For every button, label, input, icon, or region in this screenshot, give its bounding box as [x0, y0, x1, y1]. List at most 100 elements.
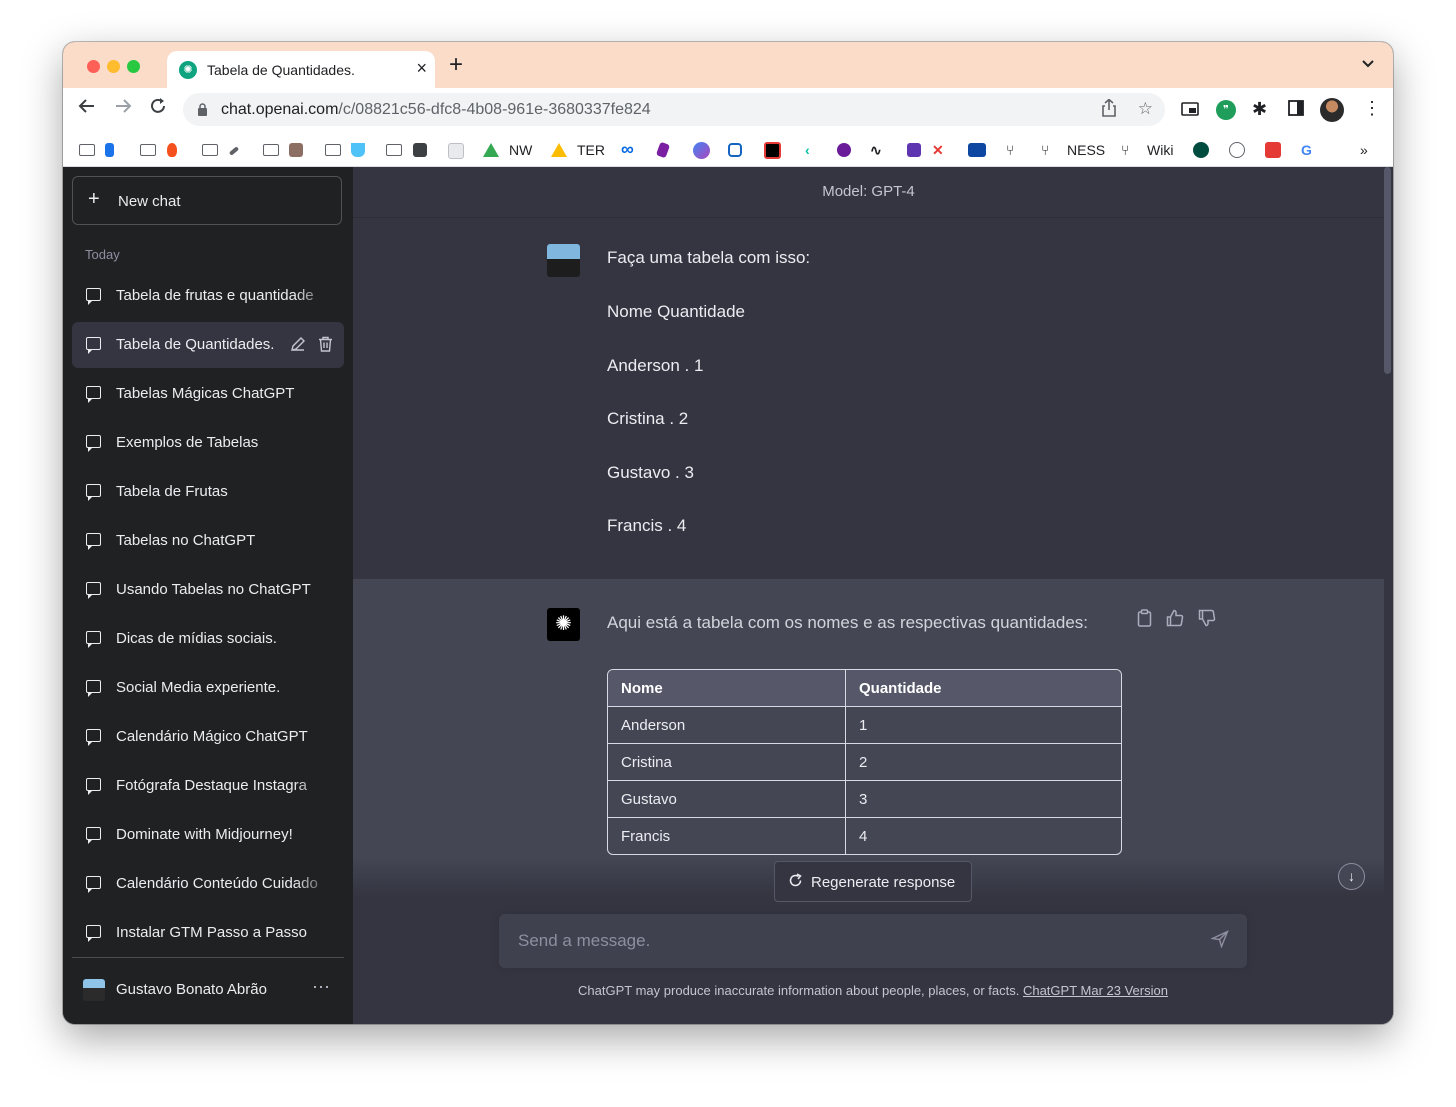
sidebar-conversation[interactable]: Tabela de Frutas — [72, 469, 344, 515]
table-cell: 4 — [846, 817, 1121, 854]
google-drive-icon[interactable] — [483, 143, 499, 157]
openai-favicon-icon: ✺ — [179, 61, 197, 79]
bookmark-folder-icon[interactable] — [202, 144, 218, 156]
sidebar-conversation-active[interactable]: Tabela de Quantidades. — [72, 322, 344, 368]
sidebar-conversation[interactable]: Instalar GTM Passo a Passo — [72, 910, 344, 956]
sidebar-conversation[interactable]: Social Media experiente. — [72, 665, 344, 711]
star-icon[interactable]: ☆ — [1138, 99, 1153, 119]
bookmark-branch-icon[interactable]: ⑂ — [1006, 142, 1014, 158]
bookmark-folder-icon[interactable] — [140, 144, 156, 156]
table-cell: Cristina — [608, 743, 846, 780]
bookmark-folder-icon[interactable] — [386, 144, 402, 156]
quote-extension-icon[interactable]: ❞ — [1216, 100, 1236, 120]
bookmark-bracket-icon[interactable]: ‹ — [805, 142, 810, 158]
bookmark-folder-icon[interactable] — [325, 144, 341, 156]
message-input-box[interactable] — [499, 914, 1247, 968]
edit-icon[interactable] — [290, 336, 306, 356]
sidebar-conversation[interactable]: Calendário Conteúdo Cuidado — [72, 861, 344, 907]
thumbs-up-icon[interactable] — [1166, 609, 1184, 632]
chat-main: Model: GPT-4 Faça uma tabela com isso: N… — [353, 167, 1393, 1024]
bookmark-house-icon[interactable] — [289, 143, 303, 157]
maximize-window-button[interactable] — [127, 60, 140, 73]
bookmarks-overflow[interactable]: » — [1360, 142, 1368, 158]
sidebar-conversation[interactable]: Fotógrafa Destaque Instagra — [72, 763, 344, 809]
scrollbar[interactable] — [1384, 167, 1391, 374]
send-icon[interactable] — [1210, 930, 1229, 953]
trash-icon[interactable] — [318, 336, 333, 356]
share-icon[interactable] — [1101, 98, 1117, 122]
more-options-icon[interactable]: ··· — [312, 976, 330, 997]
meta-icon[interactable]: ∞ — [621, 139, 634, 160]
sidebar-conversation[interactable]: Tabela de frutas e quantidade — [72, 273, 344, 319]
sidebar-conversation[interactable]: Tabelas no ChatGPT — [72, 518, 344, 564]
bookmark-circle-icon[interactable] — [693, 142, 710, 159]
bookmark-list-icon[interactable] — [907, 143, 921, 157]
conversation-title: Tabelas no ChatGPT — [116, 532, 256, 549]
table-cell: Gustavo — [608, 780, 846, 817]
close-window-button[interactable] — [87, 60, 100, 73]
bookmark-globe-icon[interactable] — [1193, 142, 1209, 158]
bookmark-bowl-icon[interactable] — [351, 143, 365, 157]
reload-icon[interactable] — [149, 97, 167, 120]
message-line: Gustavo . 3 — [607, 463, 694, 482]
bookmark-blue-icon[interactable] — [105, 143, 114, 157]
bookmark-folder-icon[interactable] — [79, 144, 95, 156]
bookmark-notion-icon[interactable] — [764, 142, 781, 159]
bookmark-chat-icon[interactable] — [728, 143, 742, 157]
bookmark-folder-icon[interactable] — [263, 144, 279, 156]
url-text[interactable]: chat.openai.com/c/08821c56-dfc8-4b08-961… — [221, 101, 651, 119]
forward-icon[interactable] — [114, 97, 132, 120]
bookmark-branch-icon[interactable]: ⑂ — [1041, 142, 1049, 158]
sidebar-conversation[interactable]: Usando Tabelas no ChatGPT — [72, 567, 344, 613]
picture-in-picture-icon[interactable] — [1181, 101, 1199, 121]
version-link[interactable]: ChatGPT Mar 23 Version — [1023, 983, 1168, 998]
conversation-title: Exemplos de Tabelas — [116, 434, 259, 451]
bookmark-branch-icon[interactable]: ⑂ — [1121, 142, 1129, 158]
sidebar-conversation[interactable]: Calendário Mágico ChatGPT — [72, 714, 344, 760]
tab-search-chevron-icon[interactable] — [1361, 56, 1375, 72]
minimize-window-button[interactable] — [107, 60, 120, 73]
bookmark-nw[interactable]: NW — [509, 142, 532, 158]
back-icon[interactable] — [78, 97, 96, 120]
table-cell: Francis — [608, 817, 846, 854]
table-cell: Anderson — [608, 707, 846, 743]
menu-dots-icon[interactable]: ⋮ — [1363, 98, 1381, 119]
bookmark-doc-icon[interactable] — [448, 143, 464, 159]
profile-avatar[interactable] — [1320, 98, 1344, 122]
thumbs-down-icon[interactable] — [1198, 609, 1216, 632]
message-input[interactable] — [516, 929, 1200, 953]
bookmark-fire-icon[interactable] — [167, 143, 177, 157]
side-panel-icon[interactable] — [1288, 100, 1304, 121]
sidebar-conversation[interactable]: Dominate with Midjourney! — [72, 812, 344, 858]
bookmark-camera-icon[interactable] — [413, 143, 427, 157]
bookmark-ghost-icon[interactable] — [1229, 142, 1245, 158]
browser-tab-active[interactable]: ✺ Tabela de Quantidades. × — [167, 51, 435, 88]
bookmark-red-icon[interactable] — [1265, 142, 1281, 158]
bookmark-mb-icon[interactable] — [968, 143, 986, 157]
bookmark-pin-icon[interactable] — [837, 143, 851, 157]
google-icon[interactable]: G — [1301, 142, 1312, 158]
lock-icon — [198, 103, 207, 116]
bookmark-wave-icon[interactable]: ∿ — [870, 142, 882, 159]
user-menu[interactable]: Gustavo Bonato Abrão ··· — [72, 964, 344, 1016]
new-tab-button[interactable]: + — [449, 53, 463, 77]
address-bar[interactable]: chat.openai.com/c/08821c56-dfc8-4b08-961… — [183, 93, 1165, 126]
tab-close-icon[interactable]: × — [416, 58, 427, 79]
bookmark-wiki[interactable]: Wiki — [1147, 142, 1173, 158]
google-drive-icon[interactable] — [551, 143, 567, 157]
bookmark-ter[interactable]: TER — [577, 142, 605, 158]
new-chat-button[interactable]: + New chat — [72, 176, 342, 225]
regenerate-button[interactable]: Regenerate response — [774, 861, 972, 902]
bookmark-x-icon[interactable]: ✕ — [932, 142, 944, 159]
extension-icon[interactable]: ✱ — [1252, 99, 1267, 120]
bookmark-feather-icon[interactable] — [655, 141, 671, 159]
bookmark-tool-icon[interactable] — [228, 146, 240, 156]
assistant-message: ✺ Aqui está a tabela com os nomes e as r… — [353, 579, 1384, 897]
sidebar-conversation[interactable]: Exemplos de Tabelas — [72, 420, 344, 466]
sidebar-conversation[interactable]: Dicas de mídias sociais. — [72, 616, 344, 662]
arrow-down-icon[interactable]: ↓ — [1338, 863, 1365, 890]
copy-icon[interactable] — [1137, 609, 1152, 632]
bookmark-ness[interactable]: NESS — [1067, 142, 1105, 158]
sidebar-conversation[interactable]: Tabelas Mágicas ChatGPT — [72, 371, 344, 417]
message-line: Anderson . 1 — [607, 356, 704, 375]
